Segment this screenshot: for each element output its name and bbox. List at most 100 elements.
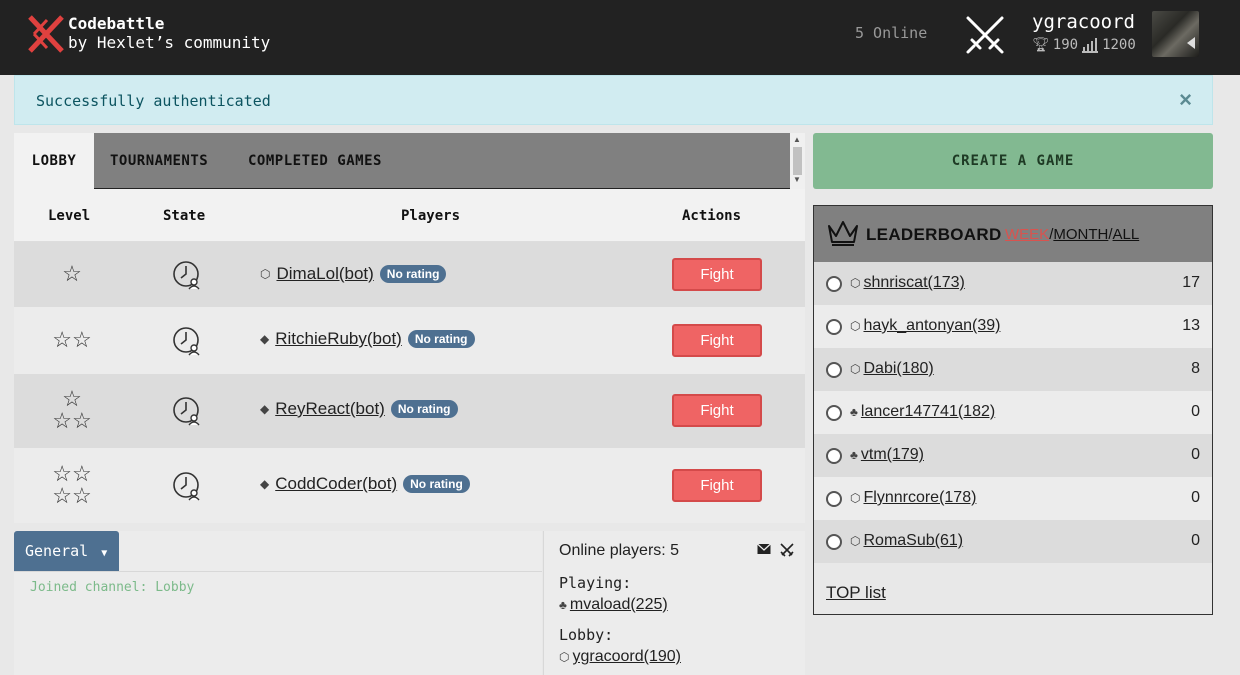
online-players-title: Online players: 5: [559, 542, 680, 559]
player-score: 13: [1182, 317, 1200, 334]
player-link[interactable]: lancer147741(182): [861, 403, 995, 421]
filter-all[interactable]: ALL: [1113, 226, 1140, 243]
leaderboard-panel: LEADERBOARD WEEK/MONTH/ALL ⬡ shnriscat(17…: [813, 205, 1213, 615]
online-status-icon: [826, 491, 842, 507]
rating-badge: No rating: [390, 400, 458, 418]
playing-label: Playing:: [559, 574, 632, 592]
online-players-panel: Online players: 5 Playing: ♣ mvaload(225)…: [543, 531, 805, 675]
crossed-swords-icon[interactable]: [962, 14, 1008, 56]
player-score: 0: [1191, 446, 1200, 463]
top-list-link[interactable]: TOP list: [826, 583, 886, 603]
player-link[interactable]: shnriscat(173): [863, 274, 964, 292]
leaderboard-row: ⬡ Dabi(180) 8: [814, 348, 1212, 391]
column-state: State: [163, 208, 206, 224]
ruby-icon: ◆: [260, 477, 270, 491]
leaderboard-row: ♣ vtm(179) 0: [814, 434, 1212, 477]
success-alert: Successfully authenticated ×: [14, 75, 1213, 125]
player-score: 17: [1182, 274, 1200, 291]
online-status-icon: [826, 405, 842, 421]
leaderboard-player: ⬡ Flynnrcore(178): [850, 489, 976, 507]
column-actions: Actions: [682, 208, 742, 224]
python-icon: ♣: [559, 598, 567, 612]
close-icon[interactable]: ×: [1179, 87, 1192, 113]
player-link[interactable]: RomaSub(61): [863, 532, 963, 550]
tabs-bar: LOBBY TOURNAMENTS COMPLETED GAMES: [14, 133, 790, 189]
chat-panel: General ▼ Joined channel: Lobby: [14, 531, 542, 675]
waiting-clock-icon: [173, 397, 200, 426]
user-name[interactable]: ygracoord: [1032, 11, 1135, 33]
column-players: Players: [401, 208, 461, 224]
chat-divider: [14, 571, 542, 572]
chat-message: Joined channel: Lobby: [30, 580, 195, 595]
rating-badge: No rating: [407, 330, 475, 348]
channel-dropdown[interactable]: General ▼: [14, 531, 119, 571]
tab-completed-games[interactable]: COMPLETED GAMES: [248, 133, 382, 189]
playing-user: ♣ mvaload(225): [559, 596, 668, 614]
waiting-clock-icon: [173, 472, 200, 501]
player-link[interactable]: Flynnrcore(178): [863, 489, 976, 507]
caret-down-icon: ▼: [101, 548, 108, 559]
brand-subtitle: by Hexlet’s community: [68, 33, 271, 52]
scroll-up-arrow-icon[interactable]: ▲: [793, 135, 801, 144]
online-status-icon: [826, 534, 842, 550]
player-link[interactable]: ReyReact(bot): [275, 399, 385, 419]
player-link[interactable]: CoddCoder(bot): [275, 474, 397, 494]
filter-week[interactable]: WEEK: [1005, 226, 1049, 243]
fight-button[interactable]: Fight: [672, 394, 762, 427]
codebattle-logo-icon[interactable]: [28, 14, 66, 54]
tab-lobby[interactable]: LOBBY: [14, 133, 94, 189]
scroll-down-arrow-icon[interactable]: ▼: [793, 175, 801, 184]
fight-button[interactable]: Fight: [672, 258, 762, 291]
brand-title: Codebattle: [68, 14, 165, 33]
create-game-button[interactable]: CREATE A GAME: [813, 133, 1213, 189]
level-stars: ☆☆: [52, 327, 92, 352]
player-link[interactable]: RitchieRuby(bot): [275, 329, 402, 349]
player-link[interactable]: DimaLol(bot): [276, 264, 373, 284]
brand[interactable]: Codebattle by Hexlet’s community: [68, 14, 270, 52]
online-status-icon: [826, 448, 842, 464]
player-link[interactable]: hayk_antonyan(39): [863, 317, 1000, 335]
crossed-swords-icon[interactable]: [779, 543, 795, 557]
crown-icon: [828, 221, 858, 246]
player-score: 0: [1191, 532, 1200, 549]
table-row: ☆ ⬡ DimaLol(bot) No rating Fight: [14, 242, 805, 307]
online-status-icon: [826, 319, 842, 335]
alert-message: Successfully authenticated: [36, 92, 271, 110]
php-icon: ⬡: [850, 276, 861, 290]
envelope-icon[interactable]: [757, 543, 771, 555]
fight-button[interactable]: Fight: [672, 469, 762, 502]
leaderboard-row: ⬡ shnriscat(173) 17: [814, 262, 1212, 305]
user-stats: 🏆︎ 190 1200: [1032, 37, 1136, 53]
player-score: 8: [1191, 360, 1200, 377]
tab-tournaments[interactable]: TOURNAMENTS: [110, 133, 208, 189]
level-stars: ☆: [62, 261, 82, 286]
leaderboard-player: ⬡ hayk_antonyan(39): [850, 317, 1000, 335]
leaderboard-player: ♣ lancer147741(182): [850, 403, 995, 421]
leaderboard-row: ♣ lancer147741(182) 0: [814, 391, 1212, 434]
user-elo: 1200: [1102, 37, 1136, 53]
player-cell: ◆ CoddCoder(bot) No rating: [260, 474, 470, 494]
top-navbar: Codebattle by Hexlet’s community 5 Onlin…: [0, 0, 1240, 75]
player-link[interactable]: ygracoord(190): [572, 648, 681, 666]
online-players-actions: [757, 543, 795, 557]
filter-month[interactable]: MONTH: [1053, 226, 1108, 243]
column-level: Level: [48, 208, 91, 224]
level-stars: ☆ ☆☆: [52, 386, 92, 433]
lobby-user: ⬡ ygracoord(190): [559, 648, 681, 666]
games-panel: LOBBY TOURNAMENTS COMPLETED GAMES ▲ ▼ Le…: [14, 133, 805, 523]
online-count: 5 Online: [855, 24, 928, 42]
fight-button[interactable]: Fight: [672, 324, 762, 357]
player-link[interactable]: vtm(179): [861, 446, 924, 464]
scrollbar-thumb[interactable]: [793, 147, 802, 175]
ruby-icon: ◆: [260, 332, 270, 346]
lobby-label: Lobby:: [559, 626, 614, 644]
player-link[interactable]: Dabi(180): [863, 360, 933, 378]
avatar[interactable]: [1152, 11, 1199, 57]
online-status-icon: [826, 362, 842, 378]
php-icon: ⬡: [850, 319, 861, 333]
waiting-clock-icon: [173, 327, 200, 356]
tabs-scrollbar[interactable]: ▲ ▼: [790, 133, 805, 189]
player-link[interactable]: mvaload(225): [570, 596, 668, 614]
waiting-clock-icon: [173, 261, 200, 290]
rating-badge: No rating: [403, 475, 470, 493]
